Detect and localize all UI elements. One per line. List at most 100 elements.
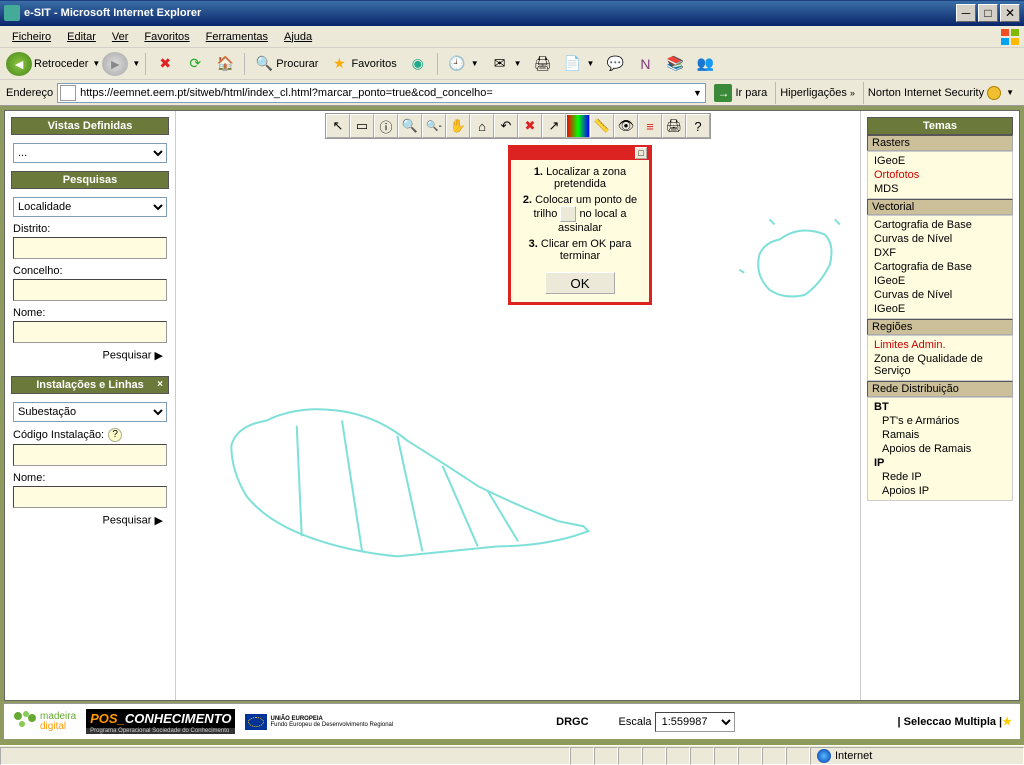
menu-favoritos[interactable]: Favoritos: [136, 29, 197, 45]
pesquisar-button-1[interactable]: Pesquisar ▶: [13, 343, 167, 368]
help-tool[interactable]: ?: [686, 114, 710, 138]
status-cell: [714, 747, 738, 765]
menu-ficheiro[interactable]: Ficheiro: [4, 29, 59, 45]
forward-button[interactable]: ►: [102, 52, 128, 76]
eu-logo: UNIÃO EUROPEIAFundo Europeu de Desenvolv…: [245, 708, 393, 736]
mail-button[interactable]: ✉▼: [486, 52, 527, 76]
vistas-select[interactable]: ...: [13, 143, 167, 163]
status-cell: [618, 747, 642, 765]
theme-item[interactable]: Cartografia de Base: [868, 260, 1012, 274]
escala-select[interactable]: 1:559987: [655, 712, 735, 732]
point-tool-icon: [560, 206, 576, 222]
status-cell: [786, 747, 810, 765]
layers-tool[interactable]: [566, 114, 590, 138]
ruler-tool[interactable]: 📏: [590, 114, 614, 138]
messenger-button[interactable]: 👥: [691, 52, 719, 76]
codigo-label: Código Instalação:?: [13, 428, 167, 442]
media-button[interactable]: ◉: [404, 52, 432, 76]
temas-header: Temas: [867, 117, 1013, 135]
theme-zona-qualidade[interactable]: Zona de Qualidade de Serviço: [868, 352, 1012, 378]
back-button[interactable]: ◄: [6, 52, 32, 76]
theme-limites-admin[interactable]: Limites Admin.: [868, 338, 1012, 352]
popup-close-button[interactable]: □: [635, 147, 647, 159]
status-cell: [762, 747, 786, 765]
map-panel: ↖ ▭ ⓘ 🔍 🔍- ✋ ⌂ ↶ ✖ ↗ 📏 👁 ≡ 🖨 ?: [175, 111, 861, 700]
theme-item[interactable]: DXF: [868, 246, 1012, 260]
panel-close-icon[interactable]: ×: [154, 379, 166, 391]
pesquisar-button-2[interactable]: Pesquisar ▶: [13, 508, 167, 533]
concelho-input[interactable]: [13, 279, 167, 301]
measure-tool[interactable]: ↗: [542, 114, 566, 138]
search-button[interactable]: 🔍Procurar: [250, 52, 323, 76]
forward-dropdown[interactable]: ▼: [132, 59, 140, 68]
url-dropdown[interactable]: ▼: [689, 88, 705, 98]
norton-button[interactable]: Norton Internet Security ▼: [863, 82, 1018, 104]
theme-ip-header[interactable]: IP: [868, 456, 1012, 470]
nome2-input[interactable]: [13, 486, 167, 508]
full-extent-tool[interactable]: ⌂: [470, 114, 494, 138]
vistas-definidas-header: Vistas Definidas: [11, 117, 169, 135]
onenote-button[interactable]: N: [631, 52, 659, 76]
theme-item[interactable]: Apoios IP: [868, 484, 1012, 498]
theme-item[interactable]: Ramais: [868, 428, 1012, 442]
go-button[interactable]: → Ir para: [710, 84, 771, 102]
pan-tool[interactable]: ✋: [446, 114, 470, 138]
instalacoes-select[interactable]: Subestação: [13, 402, 167, 422]
pointer-tool[interactable]: ↖: [326, 114, 350, 138]
drgc-label: DRGC: [556, 716, 588, 728]
theme-item[interactable]: Cartografia de Base: [868, 218, 1012, 232]
browser-toolbar: ◄ Retroceder ▼ ► ▼ ✖ ⟳ 🏠 🔍Procurar ★Favo…: [0, 48, 1024, 80]
edit-button[interactable]: 📄▼: [559, 52, 600, 76]
window-titlebar: e-SIT - Microsoft Internet Explorer ─ □ …: [0, 0, 1024, 26]
menu-ver[interactable]: Ver: [104, 29, 137, 45]
status-cell: [738, 747, 762, 765]
stop-button[interactable]: ✖: [151, 52, 179, 76]
theme-ortofotos[interactable]: Ortofotos: [868, 168, 1012, 182]
nome-input[interactable]: [13, 321, 167, 343]
menu-editar[interactable]: Editar: [59, 29, 104, 45]
back-dropdown[interactable]: ▼: [92, 59, 100, 68]
theme-mds[interactable]: MDS: [868, 182, 1012, 196]
maximize-button[interactable]: □: [978, 4, 998, 22]
select-tool[interactable]: ▭: [350, 114, 374, 138]
theme-item[interactable]: Curvas de Nível: [868, 232, 1012, 246]
links-button[interactable]: Hiperligações »: [775, 82, 859, 104]
popup-ok-button[interactable]: OK: [545, 272, 615, 294]
info-tool[interactable]: ⓘ: [374, 114, 398, 138]
research-button[interactable]: 📚: [661, 52, 689, 76]
pesquisas-select[interactable]: Localidade: [13, 197, 167, 217]
url-input[interactable]: [78, 87, 689, 99]
refresh-button[interactable]: ⟳: [181, 52, 209, 76]
menu-ferramentas[interactable]: Ferramentas: [198, 29, 276, 45]
page-icon: [60, 85, 76, 101]
history-button[interactable]: 🕘▼: [443, 52, 484, 76]
discuss-button[interactable]: 💬: [601, 52, 629, 76]
clear-tool[interactable]: ✖: [518, 114, 542, 138]
print-button[interactable]: 🖨: [529, 52, 557, 76]
menu-ajuda[interactable]: Ajuda: [276, 29, 320, 45]
zoom-out-tool[interactable]: 🔍-: [422, 114, 446, 138]
home-button[interactable]: 🏠: [211, 52, 239, 76]
window-title: e-SIT - Microsoft Internet Explorer: [24, 7, 956, 19]
theme-bt-header[interactable]: BT: [868, 400, 1012, 414]
theme-igeoe[interactable]: IGeoE: [868, 154, 1012, 168]
favorites-button[interactable]: ★Favoritos: [325, 52, 401, 76]
zoom-in-tool[interactable]: 🔍: [398, 114, 422, 138]
status-zone: Internet: [810, 747, 1024, 765]
track-tool[interactable]: 👁: [614, 114, 638, 138]
theme-item[interactable]: Rede IP: [868, 470, 1012, 484]
distrito-input[interactable]: [13, 237, 167, 259]
theme-item[interactable]: Apoios de Ramais: [868, 442, 1012, 456]
internet-zone-icon: [817, 749, 831, 763]
theme-item[interactable]: IGeoE: [868, 274, 1012, 288]
theme-item[interactable]: PT's e Armários: [868, 414, 1012, 428]
theme-item[interactable]: Curvas de Nível: [868, 288, 1012, 302]
prev-extent-tool[interactable]: ↶: [494, 114, 518, 138]
close-button[interactable]: ✕: [1000, 4, 1020, 22]
minimize-button[interactable]: ─: [956, 4, 976, 22]
print-tool[interactable]: 🖨: [662, 114, 686, 138]
help-icon[interactable]: ?: [108, 428, 122, 442]
theme-item[interactable]: IGeoE: [868, 302, 1012, 316]
codigo-input[interactable]: [13, 444, 167, 466]
legend-tool[interactable]: ≡: [638, 114, 662, 138]
